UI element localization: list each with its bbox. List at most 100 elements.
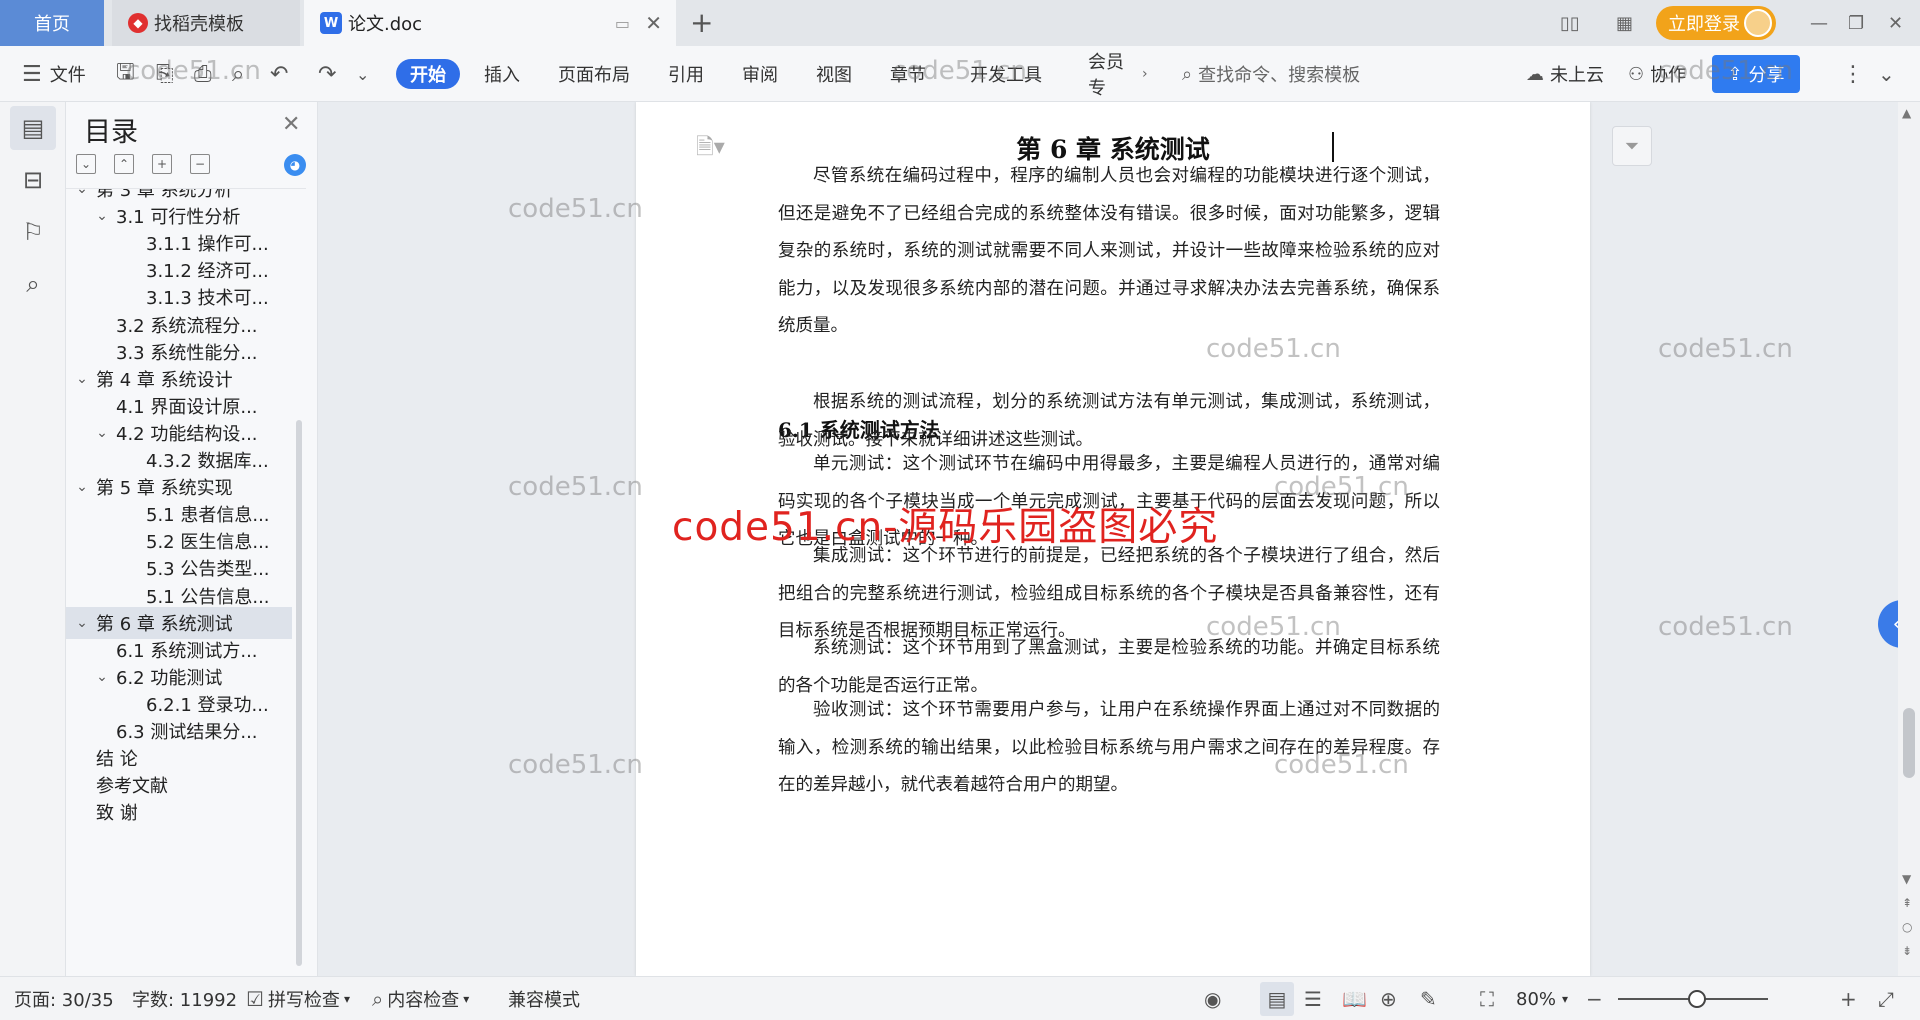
document-page[interactable]: 第 6 章 系统测试 尽管系统在编码过程中，程序的编制人员也会对编程的功能模块进…	[636, 102, 1590, 976]
restore-icon[interactable]: ❐	[1848, 0, 1864, 46]
toc-item-label: 致 谢	[96, 803, 138, 825]
tab-chapter[interactable]: 章节	[890, 46, 926, 102]
monitor-icon[interactable]: ▭	[615, 14, 630, 33]
cloud-status[interactable]: ☁ 未上云	[1526, 46, 1604, 102]
ribbon-more-icon[interactable]: ›	[1142, 46, 1148, 102]
window-layout-icon[interactable]: ▯▯	[1560, 0, 1580, 46]
quick-access-dropdown-icon[interactable]: ⌄	[356, 46, 369, 102]
collapse-all-icon[interactable]: ⌃	[114, 154, 134, 174]
tab-document[interactable]: W 论文.doc ▭ ✕	[304, 0, 676, 46]
collapse-ribbon-icon[interactable]: ⌄	[1878, 46, 1895, 102]
toc-item-label: 5.3 公告类型...	[146, 559, 270, 581]
content-check-button[interactable]: ⌕ 内容检查 ▾	[372, 977, 469, 1020]
file-label: 文件	[49, 65, 86, 86]
collab-button[interactable]: ⚇ 协作	[1628, 46, 1686, 102]
tab-start[interactable]: 开始	[396, 59, 460, 89]
document-canvas: 第 6 章 系统测试 尽管系统在编码过程中，程序的编制人员也会对编程的功能模块进…	[318, 102, 1898, 976]
toc-icon[interactable]: ▤	[10, 106, 56, 150]
file-menu[interactable]: ☰ 文件	[22, 46, 86, 102]
content-check-icon: ⌕	[372, 987, 384, 1011]
page-indicator[interactable]: 页面: 30/35	[14, 977, 114, 1020]
toc-item[interactable]: 致 谢	[66, 796, 292, 828]
redo-icon[interactable]: ↷	[318, 46, 336, 102]
close-window-icon[interactable]: ✕	[1888, 0, 1903, 46]
page-menu-icon[interactable]: 🗎▾	[696, 130, 725, 168]
toc-item-label: 5.2 医生信息...	[146, 532, 270, 554]
search-icon: ⌕	[1182, 63, 1193, 85]
chapter-nav-icon[interactable]: ⊟	[10, 158, 56, 202]
eye-protect-icon[interactable]: ◉	[1204, 977, 1221, 1020]
chevron-down-icon[interactable]: ⌄	[92, 669, 112, 685]
zoom-out-icon[interactable]: −	[1586, 977, 1603, 1020]
zoom-in-icon[interactable]: +	[1840, 977, 1857, 1020]
zoom-level[interactable]: 80% ▾	[1516, 977, 1568, 1020]
share-button[interactable]: ⇪ 分享	[1712, 55, 1800, 93]
scroll-thumb[interactable]	[1903, 708, 1915, 778]
save-icon[interactable]: 🖫	[116, 46, 135, 102]
filter-icon[interactable]: ⏷	[1612, 126, 1652, 166]
export-icon[interactable]: ⎘	[156, 46, 174, 102]
toc-item-label: 3.2 系统流程分...	[116, 315, 258, 337]
login-button[interactable]: 立即登录	[1656, 6, 1776, 40]
new-tab-button[interactable]: +	[690, 6, 713, 39]
expand-all-icon[interactable]: ⌄	[76, 154, 96, 174]
toc-scrollbar[interactable]	[296, 420, 302, 966]
tab-view[interactable]: 视图	[816, 46, 852, 102]
apps-grid-icon[interactable]: ▦	[1616, 0, 1633, 46]
print-icon[interactable]: ⎙	[194, 46, 212, 102]
toc-list: ⌄ 第 3 章 系统分析 ⌄ 3.1 可行性分析 3.1.1 操作可... 3.1.2 经…	[66, 188, 306, 976]
chevron-down-icon[interactable]: ⌄	[72, 615, 92, 631]
vertical-scrollbar[interactable]: ▲ ▼ ⇞ ○ ⇟	[1898, 102, 1920, 976]
toc-item-label: 3.1.3 技术可...	[146, 288, 269, 310]
page-view-icon[interactable]: ▤	[1260, 982, 1294, 1016]
chevron-down-icon[interactable]: ⌄	[72, 189, 92, 197]
outline-view-icon[interactable]: ☰	[1304, 977, 1322, 1020]
watermark: code51.cn	[508, 194, 643, 224]
scroll-down-icon[interactable]: ▼	[1902, 872, 1911, 886]
chevron-down-icon[interactable]: ⌄	[72, 371, 92, 387]
add-heading-icon[interactable]: +	[152, 154, 172, 174]
scroll-up-icon[interactable]: ▲	[1902, 106, 1911, 120]
close-tab-icon[interactable]: ✕	[645, 11, 662, 35]
chevron-down-icon[interactable]: ⌄	[92, 425, 112, 441]
smart-toc-icon[interactable]: ◕	[284, 154, 306, 176]
tab-insert[interactable]: 插入	[484, 46, 520, 102]
command-search[interactable]: ⌕ 查找命令、搜索模板	[1182, 46, 1360, 102]
write-mode-icon[interactable]: ✎	[1420, 977, 1437, 1020]
expand-sidepanel-icon[interactable]: ‹	[1878, 600, 1898, 648]
tab-review[interactable]: 审阅	[742, 46, 778, 102]
prev-page-icon[interactable]: ⇞	[1902, 896, 1912, 910]
close-icon[interactable]: ✕	[282, 112, 300, 137]
tab-member[interactable]: 会员专	[1088, 46, 1140, 102]
fullscreen-icon[interactable]: ⤢	[1878, 977, 1894, 1020]
print-preview-icon[interactable]: ⌕	[232, 46, 244, 102]
undo-icon[interactable]: ↶	[270, 46, 288, 102]
remove-heading-icon[interactable]: −	[190, 154, 210, 174]
next-page-icon[interactable]: ⇟	[1902, 944, 1912, 958]
tab-template[interactable]: ◆ 找稻壳模板	[112, 0, 300, 46]
watermark: code51.cn	[1658, 612, 1793, 642]
minimize-icon[interactable]: —	[1810, 0, 1828, 46]
tab-page-layout[interactable]: 页面布局	[558, 46, 630, 102]
toc-item-label: 6.1 系统测试方...	[116, 640, 258, 662]
toc-item-label: 结 论	[96, 749, 138, 771]
tab-references[interactable]: 引用	[668, 46, 704, 102]
web-view-icon[interactable]: ⊕	[1380, 977, 1397, 1020]
word-count[interactable]: 字数: 11992	[132, 977, 237, 1020]
compat-mode[interactable]: 兼容模式	[508, 977, 580, 1020]
bookmark-icon[interactable]: ⚐	[10, 210, 56, 254]
tab-home[interactable]: 首页	[0, 0, 104, 46]
spellcheck-button[interactable]: ☑ 拼写检查 ▾	[246, 977, 350, 1020]
fit-page-icon[interactable]: ⛶	[1480, 977, 1494, 1020]
tab-developer[interactable]: 开发工具	[970, 46, 1042, 102]
reading-view-icon[interactable]: 📖	[1342, 977, 1367, 1020]
zoom-slider-handle[interactable]	[1688, 990, 1706, 1008]
more-options-icon[interactable]: ⋮	[1842, 46, 1864, 102]
chevron-down-icon[interactable]: ⌄	[72, 479, 92, 495]
chevron-down-icon[interactable]: ⌄	[92, 208, 112, 224]
cloud-label: 未上云	[1550, 65, 1604, 86]
tab-document-label: 论文.doc	[348, 14, 423, 35]
find-icon[interactable]: ⌕	[10, 262, 56, 306]
select-browse-icon[interactable]: ○	[1902, 920, 1912, 934]
watermark: code51.cn	[508, 750, 643, 780]
